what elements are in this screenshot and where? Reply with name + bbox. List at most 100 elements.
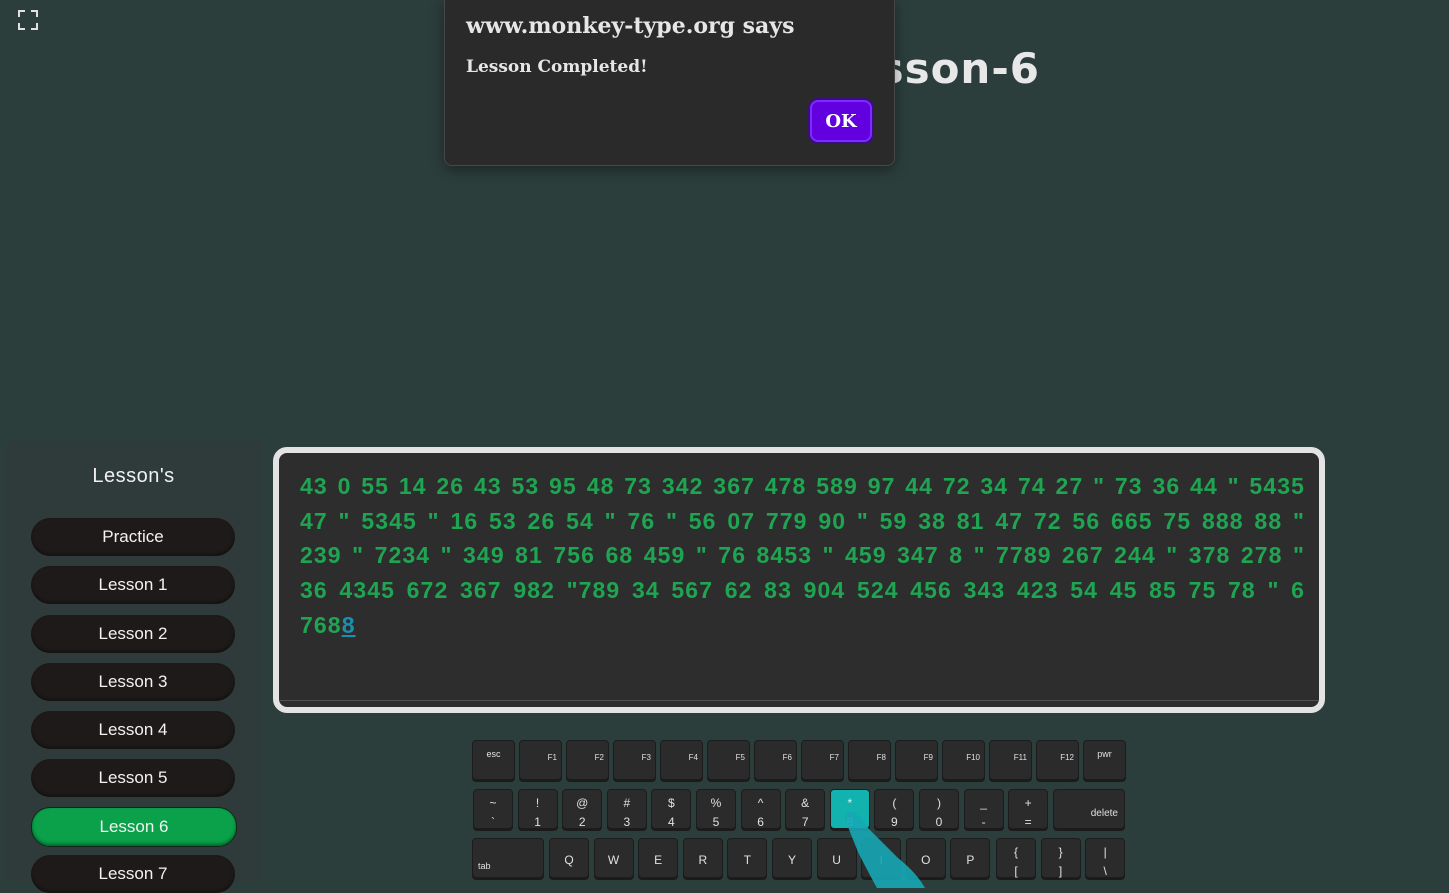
- key-label: delete: [1090, 808, 1118, 819]
- key-label: P: [966, 853, 975, 867]
- key-label: 2: [578, 815, 586, 829]
- key-label: -: [981, 815, 986, 829]
- dialog-host: www.monkey-type.org says: [466, 13, 795, 39]
- key-label: `: [491, 815, 495, 829]
- key-f5[interactable]: F5: [707, 740, 750, 780]
- key-f11[interactable]: F11: [989, 740, 1032, 780]
- key-label: F7: [829, 753, 839, 762]
- key-shift-label: #: [623, 796, 631, 810]
- key-label: F1: [547, 753, 557, 762]
- key-label: Q: [564, 853, 574, 867]
- key-e[interactable]: E: [638, 838, 679, 878]
- key-label: esc: [486, 749, 501, 759]
- fullscreen-icon[interactable]: [18, 10, 38, 30]
- key-shift-label: ~: [489, 796, 497, 810]
- key-label: F8: [876, 753, 886, 762]
- key-label: 5: [712, 815, 720, 829]
- key-shift-label: &: [801, 796, 810, 810]
- key-bracket-0[interactable]: {[: [996, 838, 1036, 878]
- key-bracket-1[interactable]: }]: [1040, 838, 1081, 878]
- key-1[interactable]: ! 1: [517, 789, 558, 829]
- key-shift-label: !: [535, 796, 540, 810]
- key-shift-label: %: [710, 796, 722, 810]
- key-f8[interactable]: F8: [848, 740, 891, 780]
- sidebar-item-lesson-2[interactable]: Lesson 2: [31, 615, 235, 653]
- sidebar-item-lesson-5[interactable]: Lesson 5: [31, 759, 235, 797]
- lesson-sidebar: Lesson's Practice Lesson 1 Lesson 2 Less…: [6, 441, 261, 893]
- sidebar-item-practice[interactable]: Practice: [31, 518, 235, 556]
- key-label: 4: [668, 815, 675, 829]
- key-label: 3: [623, 815, 631, 829]
- sidebar-item-lesson-3[interactable]: Lesson 3: [31, 663, 235, 701]
- key-f10[interactable]: F10: [942, 740, 985, 780]
- key-6[interactable]: ^ 6: [740, 789, 781, 829]
- key-label: F2: [594, 753, 604, 762]
- key-label: F10: [966, 753, 980, 762]
- key-f1[interactable]: F1: [519, 740, 562, 780]
- key-label: 7: [801, 815, 809, 829]
- key-5[interactable]: % 5: [696, 789, 736, 829]
- key-2[interactable]: @2: [562, 789, 603, 829]
- sidebar-item-lesson-7[interactable]: Lesson 7: [31, 855, 235, 893]
- alert-dialog: www.monkey-type.org says Lesson Complete…: [444, 0, 895, 166]
- key-label: 1: [534, 815, 541, 829]
- key-bracket-2[interactable]: | \: [1085, 838, 1126, 878]
- key-y[interactable]: Y: [772, 838, 812, 878]
- key-f12[interactable]: F12: [1036, 740, 1079, 780]
- key-label: F5: [735, 753, 745, 762]
- key-`[interactable]: ~ `: [473, 789, 513, 829]
- key-shift-label: $: [668, 796, 675, 810]
- sidebar-item-lesson-1[interactable]: Lesson 1: [31, 566, 235, 604]
- typed-text: 43 0 55 14 26 43 53 95 48 73 342 367 478…: [300, 469, 1305, 643]
- key-3[interactable]: #3: [606, 789, 647, 829]
- key-label: =: [1024, 815, 1032, 829]
- ok-button[interactable]: OK: [810, 100, 872, 142]
- key-shift-label: @: [576, 796, 589, 810]
- key-pwr[interactable]: pwr: [1083, 740, 1126, 780]
- key-label: E: [654, 853, 663, 867]
- key-label: F4: [688, 753, 698, 762]
- key-label: W: [607, 853, 620, 867]
- key-4[interactable]: $4: [651, 789, 692, 829]
- typing-divider: [279, 700, 1319, 701]
- dialog-message: Lesson Completed!: [466, 57, 648, 77]
- key-shift-label: ^: [757, 796, 764, 810]
- key-f3[interactable]: F3: [613, 740, 656, 780]
- key-label: [: [1014, 864, 1018, 878]
- typing-area[interactable]: 43 0 55 14 26 43 53 95 48 73 342 367 478…: [273, 447, 1325, 713]
- sidebar-item-lesson-6[interactable]: Lesson 6: [31, 807, 237, 847]
- key-esc[interactable]: esc: [472, 740, 515, 780]
- key-label: tab: [478, 861, 491, 871]
- key-label: R: [698, 853, 708, 867]
- sidebar-title: Lesson's: [92, 465, 175, 487]
- key-label: Y: [787, 853, 796, 867]
- key-shift-label: |: [1103, 845, 1107, 859]
- key-label: F12: [1060, 753, 1074, 762]
- key-shift-label: +: [1024, 796, 1032, 810]
- key-f9[interactable]: F9: [895, 740, 938, 780]
- key-r[interactable]: R: [682, 838, 723, 878]
- key-w[interactable]: W: [593, 838, 634, 878]
- key-delete[interactable]: delete: [1053, 789, 1125, 829]
- key-f7[interactable]: F7: [801, 740, 844, 780]
- key-label: F6: [782, 753, 792, 762]
- key-label: T: [743, 853, 752, 867]
- pointing-finger-icon: [844, 812, 925, 888]
- key-f2[interactable]: F2: [566, 740, 609, 780]
- key-p[interactable]: P: [950, 838, 991, 878]
- key-=[interactable]: + =: [1008, 789, 1049, 829]
- key-label: F3: [641, 753, 651, 762]
- key-shift-label: {: [1013, 845, 1018, 859]
- key-q[interactable]: Q: [549, 838, 589, 878]
- key-t[interactable]: T: [727, 838, 768, 878]
- key-label: F9: [923, 753, 933, 762]
- key-label: F11: [1013, 753, 1027, 762]
- key--[interactable]: _ -: [963, 789, 1004, 829]
- key-label: \: [1103, 864, 1107, 878]
- key-tab[interactable]: tab: [472, 838, 544, 878]
- key-7[interactable]: & 7: [785, 789, 826, 829]
- current-char: 8: [341, 611, 356, 638]
- key-f4[interactable]: F4: [660, 740, 703, 780]
- key-f6[interactable]: F6: [754, 740, 797, 780]
- sidebar-item-lesson-4[interactable]: Lesson 4: [31, 711, 235, 749]
